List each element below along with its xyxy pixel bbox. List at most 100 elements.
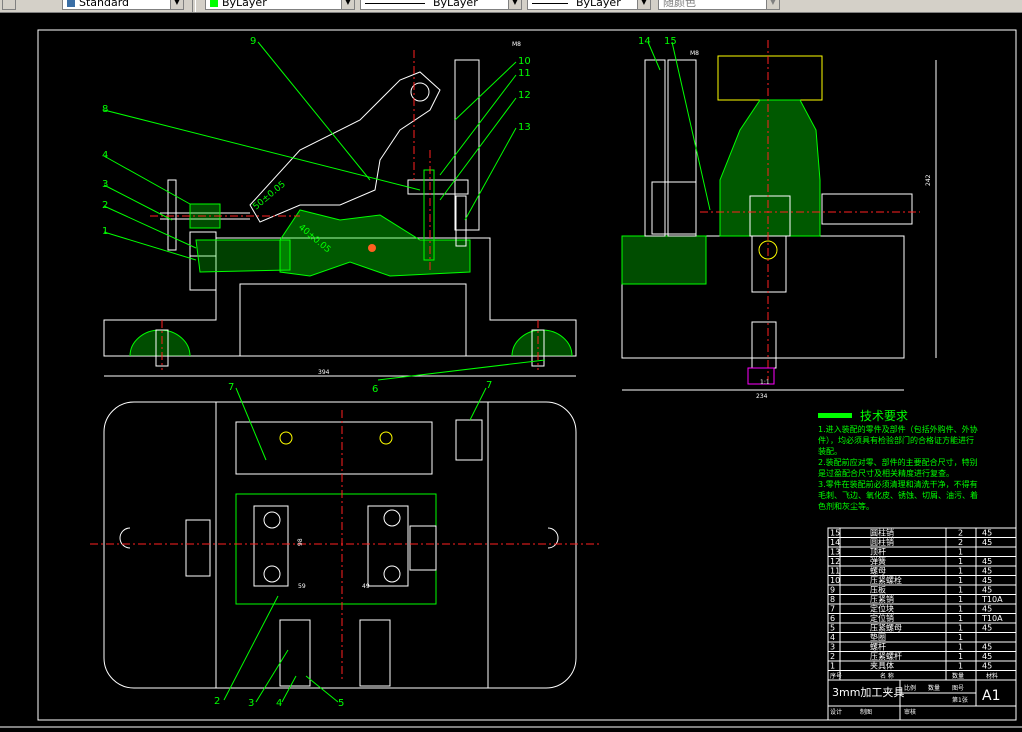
plot-style-combo: 随颜色 ▼ [658,0,780,10]
chevron-down-icon[interactable]: ▼ [170,0,183,9]
part-label-1: 1 [102,226,108,237]
tech-requirements: 技术要求 1.进入装配的零件及部件（包括外购件、外协 件），均必须具有检验部门的… [818,409,978,511]
bom-cell-qty: 1 [958,548,963,557]
hatched-section [279,209,471,277]
front-view: 394 50±0.05 40±0.05 9 8 4 3 2 1 10 11 12… [102,36,577,395]
screw-assembly-bottom-left [279,619,311,687]
bom-cell-mat: 45 [982,605,992,614]
leader-3 [103,184,173,221]
locating-pin-right [511,329,573,357]
bom-cell-qty: 1 [958,567,963,576]
bom-cell-qty: 1 [958,614,963,623]
locating-pin-top [455,419,483,461]
side-pin [751,321,777,369]
bom-cell-no: 13 [830,548,840,557]
top-view: 98 49 59 7 7 2 3 4 5 1:1 [90,379,770,709]
clamp-block-right-top [367,505,409,587]
bom-cell-no: 4 [830,633,835,642]
slot-right [547,527,559,549]
part-label-5-top: 5 [338,698,344,709]
pin-hole [279,431,293,445]
bom-cell-name: 压紧螺母 [870,623,902,633]
chevron-down-icon[interactable]: ▼ [637,0,650,9]
side-view: 234 242 14 15 M8 [621,36,937,400]
bom-cell-name: 圆柱销 [870,528,894,538]
upright-column [454,59,480,231]
sheet-count: 第1张 [952,696,968,704]
dim-242-text: 242 [925,174,932,186]
bom-cell-mat: 45 [982,567,992,576]
side-screw-assembly [821,193,913,225]
chevron-down-icon[interactable]: ▼ [341,0,354,9]
toolbar-separator [192,0,196,12]
part-label-10: 10 [518,56,531,67]
bom-cell-name: 压紧螺杆 [870,651,902,661]
bom-cell-no: 10 [830,576,840,585]
lineweight-combo[interactable]: ByLayer ▼ [527,0,651,10]
leader-9 [257,41,371,181]
dim-49-text: 49 [362,583,370,590]
part-label-3: 3 [102,179,108,190]
chevron-down-icon[interactable]: ▼ [508,0,521,9]
bom-header-name: 名 称 [880,672,894,680]
bom-cell-qty: 1 [958,652,963,661]
designer-label: 设计 [830,708,842,716]
linetype-combo[interactable]: ByLayer ▼ [360,0,522,10]
bom-cell-no: 2 [830,652,835,661]
leader-15 [671,41,711,211]
annotation-scale: 1:1 [760,379,770,386]
bolt-hole [263,565,281,583]
part-label-7: 7 [228,382,234,393]
leader-3-top [255,649,289,703]
bolt-hole [383,509,401,527]
tech-line: 装配。 [818,446,842,456]
tech-title: 技术要求 [860,409,908,423]
fixture-base-top [103,401,577,689]
workpiece-body [719,99,821,237]
bom-cell-no: 1 [830,662,835,671]
cad-drawing-canvas[interactable]: 394 50±0.05 40±0.05 9 8 4 3 2 1 10 11 12… [0,13,1022,732]
bill-of-materials: 15 圆柱销 2 4514 圆柱销 2 4513 顶杆 112 弹簧 1 4511 螺母 1 4510 压紧螺… [827,527,1017,721]
bom-cell-name: 定位块 [870,604,894,614]
bom-cell-mat: 45 [982,538,992,547]
pin-hole [379,431,393,445]
bom-cell-mat: 45 [982,586,992,595]
qty-label: 数量 [928,684,940,692]
color-combo[interactable]: ByLayer ▼ [205,0,355,10]
leader-7-right [469,387,487,421]
reference-marker [368,244,376,252]
part-label-13: 13 [518,122,531,133]
bom-cell-qty: 2 [958,538,963,547]
checker-label: 审核 [904,708,916,716]
bom-cell-no: 14 [830,538,840,547]
text-style-icon[interactable] [2,0,16,10]
bom-cell-mat: T10A [981,595,1003,604]
drawing-title: 3mm加工夹具 [832,686,904,699]
bom-rows: 15 圆柱销 2 4514 圆柱销 2 4513 顶杆 112 弹簧 1 4511 螺母 1 4510 压紧螺… [828,528,1016,671]
leader-8 [103,109,421,191]
bom-cell-no: 15 [830,529,840,538]
side-screw-right-top [409,525,437,571]
properties-toolbar: Standard ▼ ByLayer ▼ ByLayer ▼ ByLayer ▼… [0,0,1022,13]
dim-59-text: 59 [298,583,306,590]
leader-2-top [223,595,279,701]
bom-cell-no: 8 [830,595,835,604]
bom-cell-mat: 45 [982,652,992,661]
bom-header-no: 序号 [830,672,842,680]
tech-line: 1.进入装配的零件及部件（包括外购件、外协 [818,424,978,434]
bom-cell-name: 圆柱销 [870,537,894,547]
text-style-combo[interactable]: Standard ▼ [62,0,184,10]
hatched-section-left [195,239,291,273]
bolt-hole [263,511,281,529]
side-stem [751,235,787,293]
annotation-m8-side: M8 [690,50,699,57]
bom-cell-name: 夹具体 [870,661,894,671]
bom-cell-no: 12 [830,557,840,566]
bom-cell-no: 3 [830,643,835,652]
bom-cell-name: 螺母 [870,566,886,576]
bom-cell-name: 压紧销 [870,594,894,604]
base-cutout [239,283,467,356]
bom-cell-qty: 1 [958,643,963,652]
part-label-9: 9 [250,36,256,47]
leader-6 [377,359,546,381]
